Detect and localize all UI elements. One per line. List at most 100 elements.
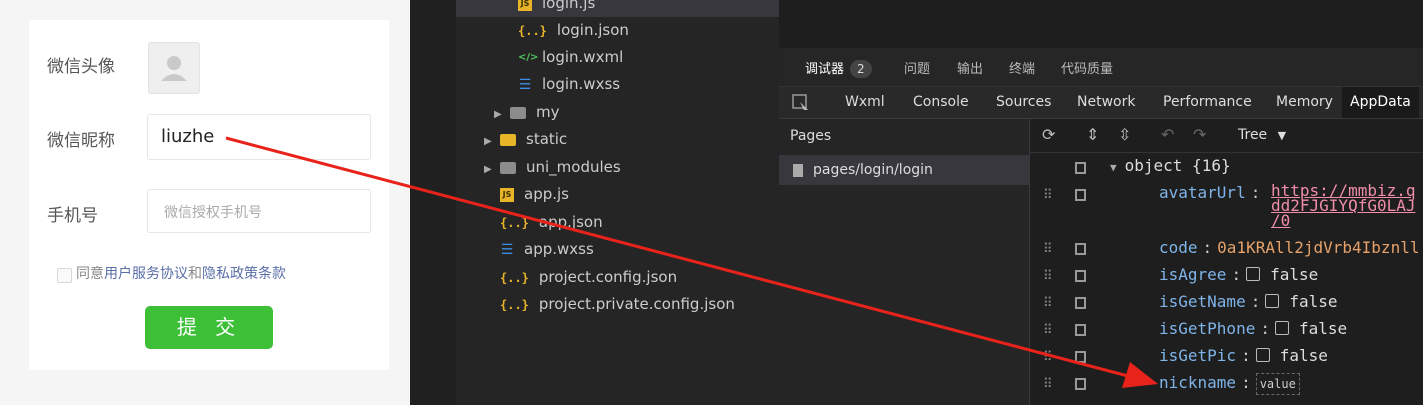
field-nickname[interactable]: nickname: value — [1159, 373, 1300, 395]
user-placeholder-icon — [161, 56, 187, 81]
appdata-tree: ▼ object {16} ⠿ avatarUrl: https://mmbiz.… — [1030, 152, 1423, 405]
avatar-label: 微信头像 — [47, 57, 115, 77]
redo-icon[interactable]: ↷ — [1193, 125, 1206, 144]
file-login-wxml[interactable]: </> login.wxml — [518, 44, 623, 71]
json-file-icon: {..} — [500, 270, 529, 285]
js-file-icon: JS — [500, 187, 514, 202]
devtools: 调试器 2 问题 输出 终端 代码质量 Wxml Console Sources … — [779, 0, 1423, 405]
agree-text: 同意用户服务协议和隐私政策条款 — [76, 263, 286, 283]
file-login-wxss[interactable]: ☰ login.wxss — [518, 71, 620, 98]
json-file-icon: {..} — [500, 215, 529, 230]
field-is-agree[interactable]: isAgree: false — [1159, 265, 1318, 284]
caret-down-icon: ▼ — [1277, 129, 1287, 142]
file-app-wxss[interactable]: ☰ app.wxss — [500, 236, 594, 263]
file-login-json[interactable]: {..} login.json — [518, 17, 629, 44]
edit-box-icon — [1075, 297, 1086, 309]
edit-box-icon — [1075, 324, 1086, 336]
submit-button[interactable]: 提 交 — [145, 306, 273, 349]
folder-my[interactable]: ▶ my — [494, 99, 560, 126]
nickname-value-input[interactable]: value — [1255, 373, 1300, 395]
tab-debugger[interactable]: 调试器 2 — [805, 58, 872, 78]
chevron-right-icon: ▶ — [484, 136, 492, 147]
view-mode-select[interactable]: Tree ▼ — [1238, 127, 1286, 143]
nickname-input[interactable]: liuzhe — [147, 114, 371, 160]
edit-box-icon — [1075, 378, 1086, 390]
field-is-get-name[interactable]: isGetName: false — [1159, 292, 1338, 311]
folder-icon — [500, 161, 516, 174]
collapse-all-icon[interactable]: ⇳ — [1118, 125, 1131, 144]
edit-box-icon — [1075, 189, 1086, 201]
phone-placeholder: 微信授权手机号 — [164, 205, 262, 221]
drag-handle-icon[interactable]: ⠿ — [1043, 269, 1052, 284]
file-project-config-json[interactable]: {..} project.config.json — [500, 264, 677, 291]
folder-icon — [500, 133, 516, 146]
refresh-icon[interactable]: ⟳ — [1042, 125, 1055, 144]
file-login-js[interactable]: JS login.js — [456, 0, 779, 17]
field-is-get-phone[interactable]: isGetPhone: false — [1159, 319, 1347, 338]
chevron-right-icon: ▶ — [494, 109, 502, 120]
tab-sources[interactable]: Sources — [996, 87, 1051, 118]
wxml-file-icon: </> — [518, 51, 539, 63]
folder-uni-modules[interactable]: ▶ uni_modules — [484, 154, 621, 181]
field-code[interactable]: code:0a1KRAll2jdVrb4Ibznll — [1159, 238, 1419, 257]
file-icon — [793, 163, 803, 177]
phone-input[interactable]: 微信授权手机号 — [147, 189, 371, 233]
tab-memory[interactable]: Memory — [1276, 87, 1333, 118]
privacy-policy-link[interactable]: 隐私政策条款 — [202, 266, 286, 282]
checkbox-icon[interactable] — [1265, 294, 1280, 308]
field-avatar-url[interactable]: avatarUrl: — [1159, 183, 1265, 202]
tab-network[interactable]: Network — [1077, 87, 1135, 118]
avatar-url-value[interactable]: https://mmbiz.q dd2FJGIYQfG0LAJ/0 — [1271, 183, 1416, 229]
phone-label: 手机号 — [47, 206, 98, 226]
panel-tabs: Wxml Console Sources Network Performance… — [779, 87, 1423, 119]
agree-checkbox[interactable] — [57, 268, 72, 283]
edit-box-icon — [1075, 270, 1086, 282]
inspect-element-icon[interactable] — [791, 87, 813, 118]
js-file-icon: JS — [518, 0, 532, 11]
field-is-get-pic[interactable]: isGetPic: false — [1159, 346, 1328, 365]
expand-all-icon[interactable]: ⇕ — [1086, 125, 1099, 144]
checkbox-icon[interactable] — [1255, 348, 1270, 362]
service-agreement-link[interactable]: 用户服务协议 — [104, 266, 188, 282]
edit-box-icon — [1075, 162, 1086, 174]
drag-handle-icon[interactable]: ⠿ — [1043, 296, 1052, 311]
agree-prefix: 同意 — [76, 266, 104, 282]
nickname-value: liuzhe — [161, 126, 215, 147]
wxss-file-icon: ☰ — [500, 241, 514, 258]
page-item[interactable]: pages/login/login — [779, 155, 1029, 185]
tab-appdata[interactable]: AppData — [1342, 87, 1419, 118]
caret-down-icon: ▼ — [1110, 161, 1117, 174]
drag-handle-icon[interactable]: ⠿ — [1043, 350, 1052, 365]
checkbox-icon[interactable] — [1246, 267, 1261, 281]
tab-issues[interactable]: 问题 — [904, 58, 930, 77]
checkbox-icon[interactable] — [1274, 321, 1289, 335]
file-app-js[interactable]: JS app.js — [500, 181, 569, 208]
appdata-toolbar: ⟳ ⇕ ⇳ ↶ ↷ Tree ▼ — [1030, 119, 1423, 153]
tab-output[interactable]: 输出 — [957, 58, 983, 77]
drag-handle-icon[interactable]: ⠿ — [1043, 323, 1052, 338]
drag-handle-icon[interactable]: ⠿ — [1043, 188, 1052, 203]
tab-wxml[interactable]: Wxml — [845, 87, 885, 118]
drag-handle-icon[interactable]: ⠿ — [1043, 242, 1052, 257]
tab-code-quality[interactable]: 代码质量 — [1061, 58, 1113, 77]
folder-static[interactable]: ▶ static — [484, 126, 567, 153]
file-project-private-config-json[interactable]: {..} project.private.config.json — [500, 291, 735, 318]
tree-root[interactable]: ▼ object {16} — [1110, 156, 1231, 175]
file-app-json[interactable]: {..} app.json — [500, 209, 603, 236]
agree-and: 和 — [188, 266, 202, 282]
tab-console[interactable]: Console — [913, 87, 969, 118]
chevron-right-icon: ▶ — [484, 164, 492, 175]
debugger-badge: 2 — [850, 60, 872, 78]
drag-handle-icon[interactable]: ⠿ — [1043, 377, 1052, 392]
simulator: 微信头像 微信昵称 liuzhe 手机号 微信授权手机号 同意用户服务协议和隐私… — [0, 0, 410, 405]
pages-header: Pages — [790, 128, 832, 144]
folder-icon — [510, 106, 526, 119]
panel-divider — [410, 0, 456, 405]
nickname-label: 微信昵称 — [47, 131, 115, 151]
avatar-button[interactable] — [148, 42, 200, 94]
json-file-icon: {..} — [500, 297, 529, 312]
tab-performance[interactable]: Performance — [1163, 87, 1252, 118]
tab-terminal[interactable]: 终端 — [1009, 58, 1035, 77]
undo-icon[interactable]: ↶ — [1161, 125, 1174, 144]
file-explorer: JS login.js {..} login.json </> login.wxml … — [456, 0, 779, 405]
